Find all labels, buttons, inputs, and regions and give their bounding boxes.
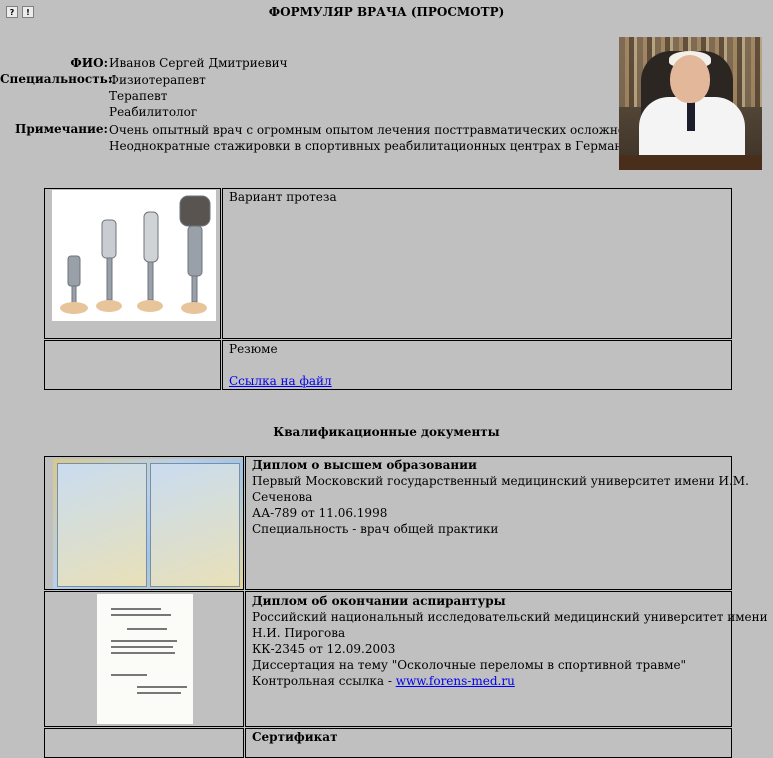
control-link[interactable]: www.forens-med.ru [396, 674, 515, 688]
specialty-item: Реабилитолог [109, 105, 198, 119]
diploma-image [53, 459, 243, 589]
qualifications-heading: Квалификационные документы [273, 425, 500, 439]
specialty-item: Физиотерапевт [109, 73, 206, 87]
doc-image-cell [44, 728, 244, 758]
doc-title: Сертификат [252, 730, 338, 744]
specialty-list: Физиотерапевт Терапевт Реабилитолог [109, 72, 206, 120]
resume-image-cell [44, 340, 221, 390]
doc-title: Диплом о высшем образовании [252, 458, 477, 472]
postgrad-diploma-image [97, 594, 193, 724]
note-label: Примечание: [15, 122, 108, 136]
note-line: Неоднократные стажировки в спортивных ре… [109, 139, 643, 153]
link-prefix: Контрольная ссылка - [252, 674, 396, 688]
resume-caption: Резюме [229, 342, 278, 356]
prosthesis-caption: Вариант протеза [229, 190, 337, 204]
fio-label: ФИО: [70, 56, 108, 70]
doc-postgrad: Диплом об окончании аспирантуры Российск… [252, 593, 768, 689]
note-line: Очень опытный врач с огромным опытом леч… [109, 123, 653, 137]
doc-line: Первый Московский государственный медици… [252, 474, 749, 488]
doc-line: КК-2345 от 12.09.2003 [252, 642, 396, 656]
page-title: ФОРМУЛЯР ВРАЧА (ПРОСМОТР) [268, 5, 505, 19]
doctor-photo [619, 37, 762, 170]
prosthesis-caption-cell [222, 188, 732, 339]
doc-line: Российский национальный исследовательски… [252, 610, 768, 624]
specialty-item: Терапевт [109, 89, 168, 103]
doc-line: АА-789 от 11.06.1998 [252, 506, 388, 520]
specialty-label: Специальность: [0, 72, 113, 86]
prosthesis-image [52, 190, 216, 321]
note-value: Очень опытный врач с огромным опытом леч… [109, 122, 653, 154]
doc-line: Контрольная ссылка - www.forens-med.ru [252, 673, 768, 689]
doc-line: Диссертация на тему "Осколочные переломы… [252, 658, 687, 672]
doc-line: Специальность - врач общей практики [252, 522, 499, 536]
resume-file-link[interactable]: Ссылка на файл [229, 373, 332, 389]
doc-line: Н.И. Пирогова [252, 626, 346, 640]
doc-diploma: Диплом о высшем образовании Первый Моско… [252, 457, 749, 537]
doc-title: Диплом об окончании аспирантуры [252, 594, 506, 608]
fio-value: Иванов Сергей Дмитриевич [109, 56, 288, 70]
doc-line: Сеченова [252, 490, 313, 504]
